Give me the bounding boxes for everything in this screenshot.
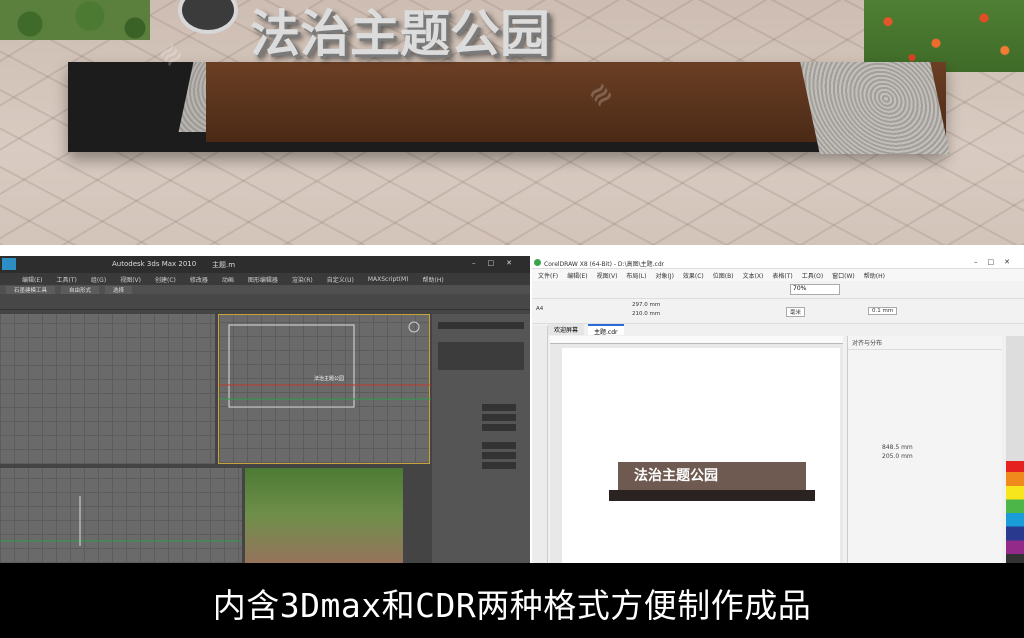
- object-width-field[interactable]: 848.5 mm: [882, 444, 913, 451]
- cdr-menu-item[interactable]: 效果(C): [683, 271, 704, 280]
- viewport-left[interactable]: [0, 468, 242, 563]
- caption-text: 内含3Dmax和CDR两种格式方便制作成品: [212, 586, 812, 625]
- emblem-logo: [178, 0, 238, 34]
- sign-base-artwork[interactable]: [609, 490, 815, 501]
- page-size-select[interactable]: A4: [536, 306, 543, 312]
- caption-bar: 内含3Dmax和CDR两种格式方便制作成品: [0, 563, 1024, 638]
- max-menu-item[interactable]: 视图(V): [120, 275, 141, 284]
- param-field[interactable]: [482, 414, 516, 421]
- page-width-field[interactable]: 297.0 mm: [632, 302, 660, 308]
- max-menu-item[interactable]: 修改器: [190, 275, 208, 284]
- cdr-menu-item[interactable]: 视图(V): [597, 271, 618, 280]
- max-menubar: 编辑(E) 工具(T) 组(G) 视图(V) 创建(C) 修改器 动画 图形编辑…: [0, 273, 530, 285]
- cdr-menu-item[interactable]: 编辑(E): [567, 271, 587, 280]
- cdr-titlebar: CorelDRAW X8 (64-Bit) - D:\高图\主题.cdr –□✕: [532, 256, 1024, 269]
- drawing-page[interactable]: 法治主题公园: [562, 348, 840, 563]
- cdr-menu-item[interactable]: 布局(L): [626, 271, 646, 280]
- max-menu-item[interactable]: 编辑(E): [22, 275, 42, 284]
- viewport-sign-label: 法治主题公园: [314, 376, 345, 382]
- color-palette[interactable]: [1006, 336, 1024, 563]
- param-field[interactable]: [482, 424, 516, 431]
- cdr-standard-toolbar: 70%: [532, 281, 1024, 299]
- max-window-title: Autodesk 3ds Max 2010: [112, 260, 197, 268]
- coreldraw-app-icon[interactable]: [534, 259, 541, 266]
- left-view-lines: [0, 496, 242, 546]
- viewport-perspective[interactable]: [245, 468, 403, 563]
- cdr-menu-item[interactable]: 位图(B): [713, 271, 734, 280]
- max-window-controls[interactable]: –□✕: [472, 259, 524, 267]
- cdr-menu-item[interactable]: 文本(X): [743, 271, 764, 280]
- cdr-menu-item[interactable]: 帮助(H): [864, 271, 885, 280]
- viewport-top[interactable]: [0, 314, 215, 464]
- stone-block-right: [800, 62, 950, 154]
- document-tabs: 欢迎屏幕 主题.cdr: [548, 324, 624, 336]
- zoom-level-select[interactable]: 70%: [790, 284, 840, 295]
- cdr-menubar: 文件(F) 编辑(E) 视图(V) 布局(L) 对象(J) 效果(C) 位图(B…: [532, 269, 1024, 281]
- modifier-list[interactable]: [438, 342, 524, 370]
- cdr-menu-item[interactable]: 对象(J): [655, 271, 673, 280]
- cdr-menu-item[interactable]: 工具(O): [802, 271, 823, 280]
- object-height-field[interactable]: 205.0 mm: [882, 453, 913, 460]
- max-app-icon[interactable]: [2, 258, 16, 270]
- tab-document[interactable]: 主题.cdr: [588, 324, 624, 336]
- param-field[interactable]: [482, 404, 516, 411]
- max-menu-item[interactable]: 自定义(U): [327, 275, 354, 284]
- tab-welcome[interactable]: 欢迎屏幕: [548, 324, 585, 335]
- render-photo: 法治主题公园: [0, 0, 1024, 245]
- max-ribbon-tabs: 石墨建模工具 自由形式 选择: [0, 285, 530, 294]
- param-field[interactable]: [482, 442, 516, 449]
- max-titlebar: Autodesk 3ds Max 2010 主题.m –□✕: [0, 256, 530, 273]
- max-menu-item[interactable]: 动画: [222, 275, 234, 284]
- max-file-name: 主题.m: [212, 261, 236, 269]
- max-menu-item[interactable]: 工具(T): [56, 275, 76, 284]
- sign-base: [68, 62, 950, 154]
- shrub-left: [0, 0, 150, 40]
- cdr-property-bar: A4 297.0 mm 210.0 mm 毫米 0.1 mm: [532, 299, 1024, 324]
- cdr-menu-item[interactable]: 表格(T): [772, 271, 792, 280]
- max-menu-item[interactable]: MAXScript(M): [368, 276, 409, 283]
- ribbon-tab[interactable]: 石墨建模工具: [6, 285, 56, 294]
- ribbon-tab[interactable]: 自由形式: [61, 285, 100, 294]
- max-menu-item[interactable]: 渲染(R): [292, 275, 313, 284]
- cdr-menu-item[interactable]: 文件(F): [538, 271, 558, 280]
- page-height-field[interactable]: 210.0 mm: [632, 311, 660, 317]
- param-field[interactable]: [482, 452, 516, 459]
- units-select[interactable]: 毫米: [786, 307, 806, 317]
- max-menu-item[interactable]: 组(G): [91, 275, 106, 284]
- ribbon-tab[interactable]: 选择: [105, 285, 133, 294]
- max-toolbar[interactable]: [0, 294, 530, 310]
- sign-artwork[interactable]: 法治主题公园: [618, 462, 806, 490]
- viewport-front[interactable]: 法治主题公园: [218, 314, 431, 464]
- docker-title: 对齐与分布: [848, 336, 1002, 350]
- toolbox[interactable]: [532, 326, 548, 563]
- cdr-window-controls[interactable]: –□✕: [974, 258, 1020, 266]
- 3dsmax-window: Autodesk 3ds Max 2010 主题.m –□✕ 编辑(E) 工具(…: [0, 256, 530, 563]
- align-distribute-docker: 对齐与分布 848.5 mm 205.0 mm: [847, 336, 1002, 563]
- object-name-field[interactable]: [438, 322, 524, 329]
- software-screenshots: Autodesk 3ds Max 2010 主题.m –□✕ 编辑(E) 工具(…: [0, 245, 1024, 563]
- max-menu-item[interactable]: 创建(C): [155, 275, 176, 284]
- param-field[interactable]: [482, 462, 516, 469]
- cdr-menu-item[interactable]: 窗口(W): [832, 271, 855, 280]
- cdr-window-title: CorelDRAW X8 (64-Bit) - D:\高图\主题.cdr: [544, 261, 665, 268]
- front-view-lines: [219, 321, 431, 408]
- sign-title: 法治主题公园: [250, 4, 550, 63]
- nudge-distance-field[interactable]: 0.1 mm: [868, 307, 898, 315]
- max-menu-item[interactable]: 图形编辑器: [248, 275, 278, 284]
- max-menu-item[interactable]: 帮助(H): [423, 275, 444, 284]
- horizontal-ruler: [550, 336, 843, 344]
- command-panel: [432, 314, 530, 563]
- drawing-canvas[interactable]: 法治主题公园: [550, 336, 843, 563]
- coreldraw-window: CorelDRAW X8 (64-Bit) - D:\高图\主题.cdr –□✕…: [532, 256, 1024, 563]
